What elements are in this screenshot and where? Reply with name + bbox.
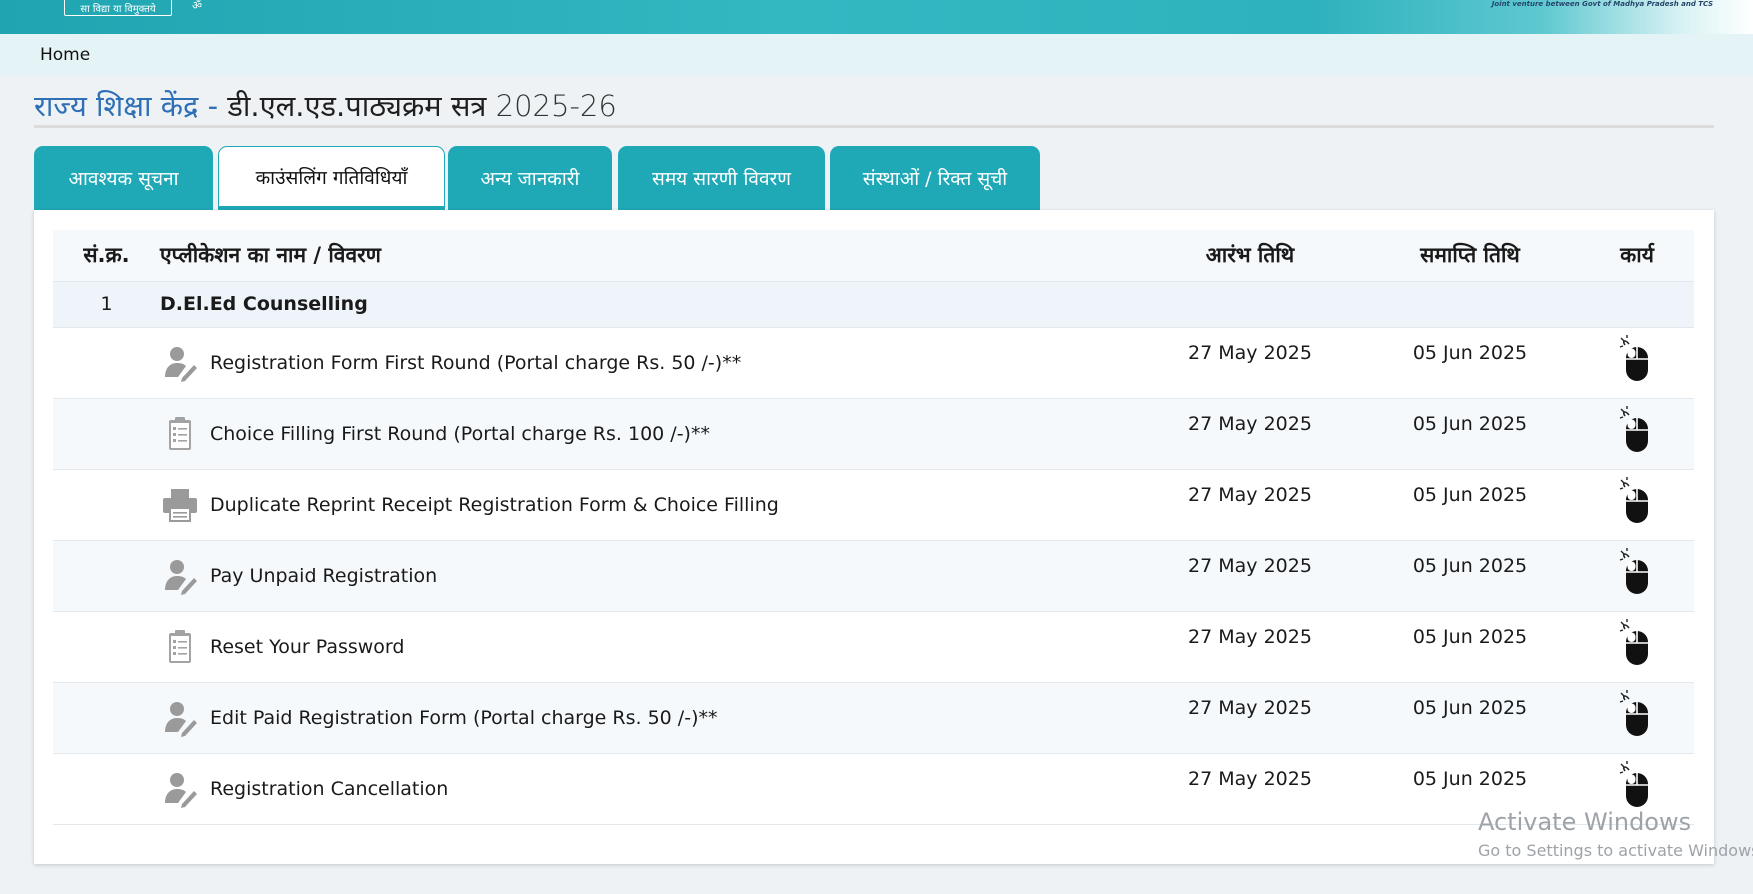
table-row: Registration Cancellation 27 May 2025 05 J… [53,753,1694,825]
start-date: 27 May 2025 [1140,753,1360,825]
breadcrumb-home-link[interactable]: Home [40,45,90,65]
page-title-course: डी.एल.एड.पाठ्यक्रम सत्र [227,89,487,123]
group-empty-cell [1140,281,1360,328]
col-action-header: कार्य [1580,230,1694,282]
user-edit-icon [160,343,200,383]
end-date: 05 Jun 2025 [1360,540,1580,612]
title-divider [34,125,1714,128]
col-name-header: एप्लीकेशन का नाम / विवरण [160,230,1140,282]
click-action-mouse-icon[interactable] [1619,548,1655,598]
table-header-row: सं.क्र. एप्लीकेशन का नाम / विवरण आरंभ ति… [53,230,1694,282]
click-action-mouse-icon[interactable] [1619,477,1655,527]
applications-table: सं.क्र. एप्लीकेशन का नाम / विवरण आरंभ ति… [53,230,1694,825]
group-empty-cell [1580,281,1694,328]
row-name-cell: Registration Cancellation [160,753,1140,825]
start-date: 27 May 2025 [1140,327,1360,399]
user-edit-icon [160,769,200,809]
windows-watermark-subtitle: Go to Settings to activate Windows. [1478,841,1753,860]
row-serial-cell [53,682,160,754]
col-start-header: आरंभ तिथि [1140,230,1360,282]
application-name[interactable]: Registration Form First Round (Portal ch… [210,352,741,374]
tab-time-table[interactable]: समय सारणी विवरण [618,146,825,210]
start-date: 27 May 2025 [1140,682,1360,754]
end-date: 05 Jun 2025 [1360,611,1580,683]
application-name[interactable]: Pay Unpaid Registration [210,565,437,587]
site-header: सा विद्या या विमुक्तये ॐ Joint venture b… [0,0,1753,34]
row-serial-cell [53,753,160,825]
tab-important-notice[interactable]: आवश्यक सूचना [34,146,213,210]
row-action-cell [1580,611,1694,683]
windows-watermark-title: Activate Windows [1478,808,1692,836]
end-date: 05 Jun 2025 [1360,398,1580,470]
start-date: 27 May 2025 [1140,469,1360,541]
group-serial: 1 [53,281,160,328]
start-date: 27 May 2025 [1140,540,1360,612]
counselling-panel: सं.क्र. एप्लीकेशन का नाम / विवरण आरंभ ति… [34,210,1714,864]
table-row: Pay Unpaid Registration 27 May 2025 05 Jun… [53,540,1694,612]
row-name-cell: Registration Form First Round (Portal ch… [160,327,1140,399]
table-row: Duplicate Reprint Receipt Registration F… [53,469,1694,541]
breadcrumb: Home [0,34,1753,76]
row-action-cell [1580,398,1694,470]
application-name[interactable]: Registration Cancellation [210,778,448,800]
col-serial-header: सं.क्र. [53,230,160,282]
application-name[interactable]: Duplicate Reprint Receipt Registration F… [210,494,779,516]
table-row: Edit Paid Registration Form (Portal char… [53,682,1694,754]
clipboard-checklist-icon [160,627,200,667]
row-name-cell: Reset Your Password [160,611,1140,683]
clipboard-checklist-icon [160,414,200,454]
group-row: 1 D.El.Ed Counselling [53,281,1694,328]
page-title-session: 2025-26 [495,89,617,123]
row-serial-cell [53,398,160,470]
col-end-header: समाप्ति तिथि [1360,230,1580,282]
row-serial-cell [53,540,160,612]
row-serial-cell [53,469,160,541]
page-title-org: राज्य शिक्षा केंद्र - [34,89,219,123]
click-action-mouse-icon[interactable] [1619,761,1655,811]
click-action-mouse-icon[interactable] [1619,690,1655,740]
application-name[interactable]: Choice Filling First Round (Portal charg… [210,423,710,445]
site-logo[interactable]: सा विद्या या विमुक्तये [64,0,172,16]
click-action-mouse-icon[interactable] [1619,335,1655,385]
partner-tagline: Joint venture between Govt of Madhya Pra… [1491,0,1713,8]
page-title: राज्य शिक्षा केंद्र - डी.एल.एड.पाठ्यक्रम… [34,86,617,125]
row-serial-cell [53,611,160,683]
application-name[interactable]: Reset Your Password [210,636,404,658]
group-empty-cell [1360,281,1580,328]
start-date: 27 May 2025 [1140,398,1360,470]
row-action-cell [1580,327,1694,399]
click-action-mouse-icon[interactable] [1619,619,1655,669]
row-name-cell: Pay Unpaid Registration [160,540,1140,612]
tab-other-information[interactable]: अन्य जानकारी [448,146,612,210]
tab-institutes-vacancy[interactable]: संस्थाओं / रिक्त सूची [830,146,1040,210]
row-name-cell: Edit Paid Registration Form (Portal char… [160,682,1140,754]
tab-counselling-activities[interactable]: काउंसलिंग गतिविधियाँ [218,146,445,210]
user-edit-icon [160,556,200,596]
row-action-cell [1580,469,1694,541]
table-row: Registration Form First Round (Portal ch… [53,327,1694,399]
row-action-cell [1580,682,1694,754]
row-name-cell: Choice Filling First Round (Portal charg… [160,398,1140,470]
emblem-icon: ॐ [192,0,203,12]
end-date: 05 Jun 2025 [1360,327,1580,399]
click-action-mouse-icon[interactable] [1619,406,1655,456]
user-edit-icon [160,698,200,738]
end-date: 05 Jun 2025 [1360,469,1580,541]
application-name[interactable]: Edit Paid Registration Form (Portal char… [210,707,717,729]
end-date: 05 Jun 2025 [1360,682,1580,754]
row-name-cell: Duplicate Reprint Receipt Registration F… [160,469,1140,541]
group-name: D.El.Ed Counselling [160,281,1140,328]
start-date: 27 May 2025 [1140,611,1360,683]
table-row: Choice Filling First Round (Portal charg… [53,398,1694,470]
table-row: Reset Your Password 27 May 2025 05 Jun 202… [53,611,1694,683]
row-serial-cell [53,327,160,399]
printer-icon [160,485,200,525]
row-action-cell [1580,540,1694,612]
